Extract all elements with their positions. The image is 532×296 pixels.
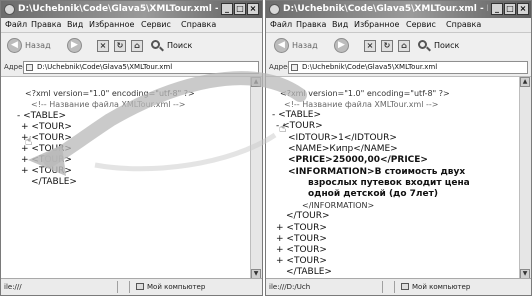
left-status-bar: ile:/// Мой компьютер: [1, 278, 262, 295]
menu-edit[interactable]: Правка: [31, 20, 61, 29]
forward-arrow-icon: ▶: [334, 38, 349, 53]
address-input[interactable]: D:\Uchebnik\Code\Glava5\XMLTour.xml: [23, 61, 259, 74]
tour-collapsed-1[interactable]: + <TOUR>: [21, 122, 72, 132]
menu-file[interactable]: Файл: [270, 20, 292, 29]
left-scrollbar[interactable]: ▲ ▼: [250, 77, 262, 279]
address-value: D:\Uchebnik\Code\Glava5\XMLTour.xml: [302, 63, 438, 71]
tour-info-close: </INFORMATION>: [302, 201, 375, 210]
close-button[interactable]: ×: [247, 3, 259, 15]
home-icon[interactable]: ⌂: [398, 40, 410, 52]
right-xml-view: <?xml version="1.0" encoding="utf-8" ?> …: [266, 77, 531, 279]
right-window-title: D:\Uchebnik\Code\Glava5\XMLTour.xml - Mi…: [283, 4, 488, 14]
close-button[interactable]: ×: [517, 3, 529, 15]
stop-icon[interactable]: ×: [97, 40, 109, 52]
minimize-button[interactable]: _: [221, 3, 233, 15]
menu-view[interactable]: Вид: [332, 20, 348, 29]
computer-icon: [401, 283, 409, 290]
menu-view[interactable]: Вид: [67, 20, 83, 29]
tour-name: <NAME>Кипр</NAME>: [288, 144, 398, 154]
refresh-icon[interactable]: ↻: [381, 40, 393, 52]
tour-collapsed-2[interactable]: + <TOUR>: [276, 223, 327, 233]
stop-icon[interactable]: ×: [364, 40, 376, 52]
back-label: Назад: [292, 41, 318, 50]
tour-price: <PRICE>25000,00</PRICE>: [288, 155, 428, 165]
back-arrow-icon: ◀: [274, 38, 289, 53]
tour-close: </TOUR>: [286, 211, 330, 221]
left-address-bar: Адрес: D:\Uchebnik\Code\Glava5\XMLTour.x…: [1, 60, 262, 77]
hand-cursor-icon: ☝: [25, 134, 33, 148]
search-label: Поиск: [434, 41, 460, 50]
search-label: Поиск: [167, 41, 193, 50]
menu-tools[interactable]: Сервис: [406, 20, 436, 29]
ie-app-icon: [4, 4, 15, 15]
status-url: ile:///: [4, 283, 22, 291]
table-open-toggle[interactable]: - <TABLE>: [272, 110, 321, 120]
maximize-button[interactable]: □: [504, 3, 516, 15]
tour-collapsed-5[interactable]: + <TOUR>: [21, 166, 72, 176]
xml-declaration: <?xml version="1.0" encoding="utf-8" ?>: [25, 89, 195, 98]
right-toolbar: ◀ Назад ▶ × ↻ ⌂ Поиск: [266, 32, 531, 61]
table-open-toggle[interactable]: - <TABLE>: [17, 111, 66, 121]
back-label: Назад: [25, 41, 51, 50]
tour-collapsed-4[interactable]: + <TOUR>: [276, 245, 327, 255]
menu-edit[interactable]: Правка: [296, 20, 326, 29]
computer-icon: [136, 283, 144, 290]
left-title-bar[interactable]: D:\Uchebnik\Code\Glava5\XMLTour.xml - Mi…: [1, 1, 262, 18]
menu-favorites[interactable]: Избранное: [354, 20, 399, 29]
maximize-button[interactable]: □: [234, 3, 246, 15]
right-status-bar: ile:///D:/Uch Мой компьютер: [266, 278, 531, 295]
right-title-bar[interactable]: D:\Uchebnik\Code\Glava5\XMLTour.xml - Mi…: [266, 1, 531, 18]
left-window-title: D:\Uchebnik\Code\Glava5\XMLTour.xml - Mi…: [18, 4, 218, 14]
right-address-bar: Адрес: D:\Uchebnik\Code\Glava5\XMLTour.x…: [266, 60, 531, 77]
tour-info-line-1: <INFORMATION>В стоимость двух: [288, 167, 466, 177]
address-value: D:\Uchebnik\Code\Glava5\XMLTour.xml: [37, 63, 173, 71]
tour-collapsed-3[interactable]: + <TOUR>: [276, 234, 327, 244]
right-browser-window: D:\Uchebnik\Code\Glava5\XMLTour.xml - Mi…: [265, 0, 532, 296]
left-menu-bar: Файл Правка Вид Избранное Сервис Справка: [1, 18, 262, 32]
menu-help[interactable]: Справка: [446, 20, 481, 29]
menu-help[interactable]: Справка: [181, 20, 216, 29]
left-browser-window: D:\Uchebnik\Code\Glava5\XMLTour.xml - Mi…: [0, 0, 263, 296]
home-icon[interactable]: ⌂: [131, 40, 143, 52]
hand-cursor-icon: ☝: [279, 121, 287, 135]
menu-tools[interactable]: Сервис: [141, 20, 171, 29]
minimize-button[interactable]: _: [491, 3, 503, 15]
xml-comment: <!-- Название файла XMLTour.xml -->: [284, 100, 439, 109]
left-toolbar: ◀ Назад ▶ × ↻ ⌂ Поиск: [1, 32, 262, 61]
right-menu-bar: Файл Правка Вид Избранное Сервис Справка: [266, 18, 531, 32]
tour-collapsed-4[interactable]: + <TOUR>: [21, 155, 72, 165]
status-url: ile:///D:/Uch: [269, 283, 311, 291]
menu-favorites[interactable]: Избранное: [89, 20, 134, 29]
tour-info-line-2: взрослых путевок входит цена: [308, 178, 470, 188]
xml-comment: <!-- Название файла XMLTour.xml -->: [31, 100, 186, 109]
xml-declaration: <?xml version="1.0" encoding="utf-8" ?>: [280, 89, 450, 98]
scroll-up-icon[interactable]: ▲: [251, 77, 261, 87]
xml-page-icon: [26, 64, 33, 71]
status-zone: Мой компьютер: [412, 283, 471, 291]
status-zone: Мой компьютер: [147, 283, 206, 291]
xml-page-icon: [291, 64, 298, 71]
tour-info-line-3: одной детской (до 7лет): [308, 189, 438, 199]
tour-collapsed-5[interactable]: + <TOUR>: [276, 256, 327, 266]
right-scrollbar[interactable]: ▲ ▼: [519, 77, 531, 279]
scroll-up-icon[interactable]: ▲: [520, 77, 530, 87]
left-xml-view: <?xml version="1.0" encoding="utf-8" ?> …: [1, 77, 262, 279]
table-close: </TABLE>: [286, 267, 332, 277]
refresh-icon[interactable]: ↻: [114, 40, 126, 52]
tour-id: <IDTOUR>1</IDTOUR>: [288, 133, 397, 143]
menu-file[interactable]: Файл: [5, 20, 27, 29]
table-close: </TABLE>: [31, 177, 77, 187]
forward-arrow-icon: ▶: [67, 38, 82, 53]
back-arrow-icon: ◀: [7, 38, 22, 53]
ie-app-icon: [269, 4, 280, 15]
address-input[interactable]: D:\Uchebnik\Code\Glava5\XMLTour.xml: [288, 61, 528, 74]
